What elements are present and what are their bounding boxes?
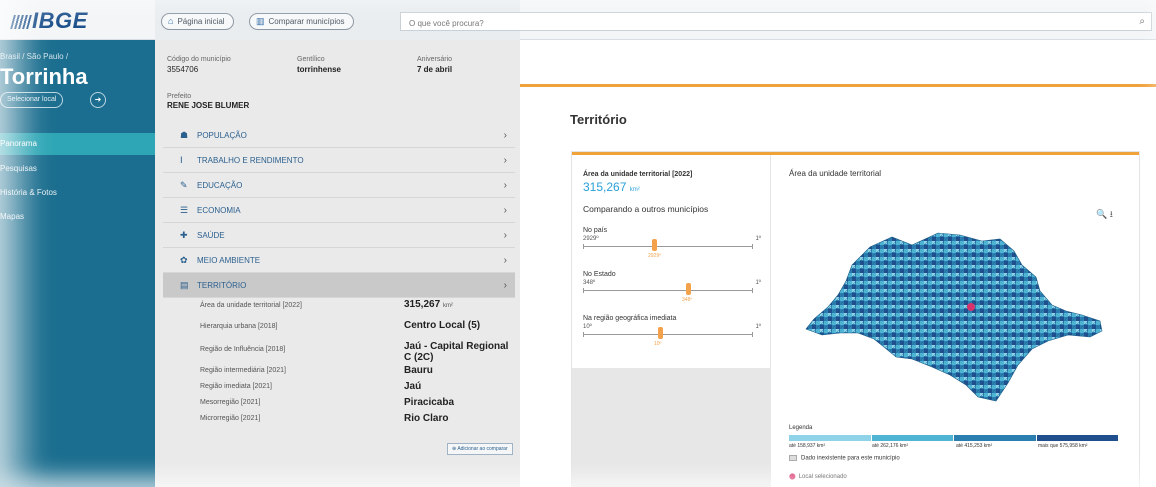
gentilic-label: Gentílico xyxy=(297,56,325,63)
sao-paulo-state-map[interactable] xyxy=(800,225,1110,410)
ibge-logo[interactable]: IBGE xyxy=(10,8,88,34)
category-economia[interactable]: ☰ ECONOMIA › xyxy=(163,198,515,223)
sidebar-item-panorama[interactable]: Panorama xyxy=(0,133,155,155)
slider-track xyxy=(583,332,753,337)
add-to-compare-button[interactable]: ⊕ Adicionar ao comparar xyxy=(447,443,513,455)
mayor-value: RENE JOSE BLUMER xyxy=(167,101,250,110)
anniversary-label: Aniversário xyxy=(417,56,453,63)
rank-marker-label: 10º xyxy=(654,341,662,347)
ibge-cidades-app: IBGE ⌂ Página inicial ▥ Comparar município… xyxy=(0,0,1156,487)
chevron-right-icon: › xyxy=(503,255,507,266)
legend-swatch xyxy=(789,435,871,441)
page-title: Território xyxy=(570,112,627,127)
compare-icon: ▥ xyxy=(256,16,265,26)
slider-track xyxy=(583,244,753,249)
legend-label: até 158,937 km² xyxy=(789,443,826,449)
legend-title: Legenda xyxy=(789,425,813,431)
rank-marker-label: 348º xyxy=(682,297,693,303)
education-icon: ✎ xyxy=(180,180,188,190)
indicators-panel: Código do município 3554706 Gentílico to… xyxy=(155,40,520,487)
legend-color-bar xyxy=(789,435,1119,441)
sidebar: Brasil / São Paulo / Torrinha Selecionar… xyxy=(0,40,155,487)
sidebar-item-pesquisas[interactable]: Pesquisas xyxy=(0,158,155,180)
rank-marker[interactable] xyxy=(686,283,691,295)
select-location-button[interactable]: Selecionar local xyxy=(0,92,64,108)
category-populacao[interactable]: ☗ POPULAÇÃO › xyxy=(163,123,515,148)
city-name: Torrinha xyxy=(0,64,88,89)
area-comparison-column: Área da unidade territorial [2022] 315,2… xyxy=(572,155,771,368)
sidebar-item-historia[interactable]: História & Fotos xyxy=(0,182,155,204)
go-arrow-icon[interactable]: ➜ xyxy=(90,92,106,108)
compare-municipalities-button[interactable]: ▥ Comparar municípios xyxy=(249,13,354,30)
anniversary-value: 7 de abril xyxy=(417,65,453,74)
people-icon: ☗ xyxy=(180,130,189,140)
chevron-right-icon: › xyxy=(503,155,507,166)
home-icon: ⌂ xyxy=(168,16,174,26)
logo-text: IBGE xyxy=(32,8,88,33)
chevron-right-icon: › xyxy=(503,130,507,141)
category-trabalho[interactable]: Ⅰ TRABALHO E RENDIMENTO › xyxy=(163,148,515,173)
category-meio-ambiente[interactable]: ✿ MEIO AMBIENTE › xyxy=(163,248,515,273)
chevron-right-icon: › xyxy=(503,280,507,291)
gentilic-value: torrinhense xyxy=(297,65,342,74)
code-label: Código do município xyxy=(167,56,231,63)
search-box: ⌕ xyxy=(400,12,1152,32)
selected-municipality-marker[interactable] xyxy=(967,303,975,311)
map-tools-icons[interactable]: 🔍 ⭳ xyxy=(1096,207,1113,223)
territory-icon: ▤ xyxy=(180,280,189,290)
slider-track xyxy=(583,288,753,293)
sidebar-item-mapas[interactable]: Mapas xyxy=(0,206,155,228)
legend-label: até 262,176 km² xyxy=(872,443,909,449)
empty-panel xyxy=(572,368,771,487)
category-territorio[interactable]: ▤ TERRITÓRIO › xyxy=(163,273,515,298)
home-button[interactable]: ⌂ Página inicial xyxy=(161,13,234,30)
legend-selected: ⬤ Local selecionado xyxy=(789,474,847,480)
rank-marker[interactable] xyxy=(658,327,663,339)
rank-marker[interactable] xyxy=(652,239,657,251)
nodata-swatch xyxy=(789,455,797,461)
compare-title: Comparando a outros municípios xyxy=(583,204,709,214)
code-value: 3554706 xyxy=(167,65,199,74)
accent-bar xyxy=(520,84,1156,87)
category-saude[interactable]: ✚ SAÚDE › xyxy=(163,223,515,248)
state-shape xyxy=(805,232,1103,402)
work-icon: Ⅰ xyxy=(180,155,183,165)
area-value: 315,267 km² xyxy=(583,180,640,194)
breadcrumb[interactable]: Brasil / São Paulo / xyxy=(0,52,68,61)
chevron-right-icon: › xyxy=(503,180,507,191)
category-educacao[interactable]: ✎ EDUCAÇÃO › xyxy=(163,173,515,198)
health-icon: ✚ xyxy=(180,230,188,240)
location-pin-icon: ⬤ xyxy=(789,474,796,480)
chevron-right-icon: › xyxy=(503,205,507,216)
legend-label: até 415,253 km² xyxy=(956,443,993,449)
legend-swatch xyxy=(954,435,1036,441)
economy-icon: ☰ xyxy=(180,205,189,215)
search-input[interactable] xyxy=(401,15,1121,32)
logo-stripes-icon xyxy=(10,15,32,30)
map-title: Área da unidade territorial xyxy=(789,169,882,178)
legend-swatch xyxy=(871,435,953,441)
legend-label: mais que 575,958 km² xyxy=(1038,443,1088,449)
search-icon[interactable]: ⌕ xyxy=(1139,16,1145,27)
legend-swatch xyxy=(1036,435,1118,441)
legend-nodata: Dado inexistente para este município xyxy=(789,455,900,462)
territory-card: Área da unidade territorial [2022] 315,2… xyxy=(572,152,1139,487)
chevron-right-icon: › xyxy=(503,230,507,241)
area-label: Área da unidade territorial [2022] xyxy=(583,171,693,178)
rank-marker-label: 2929º xyxy=(648,253,661,259)
environment-icon: ✿ xyxy=(180,255,188,265)
mayor-label: Prefeito xyxy=(167,93,192,100)
